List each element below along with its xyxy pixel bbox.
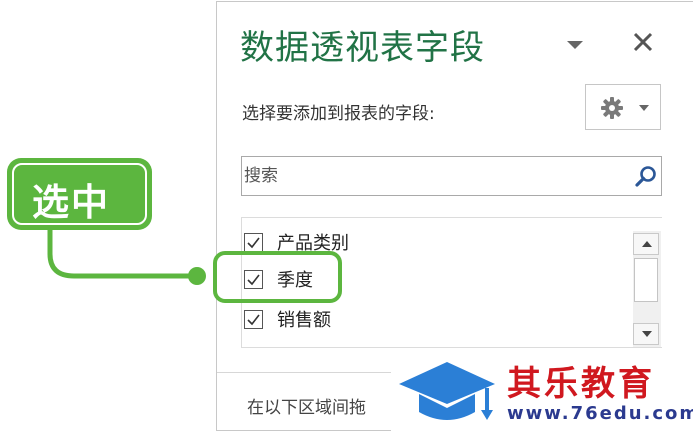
scroll-thumb[interactable] [634,258,658,302]
callout-badge: 选中 [7,158,152,230]
scroll-up-button[interactable] [633,233,659,255]
callout-label: 选中 [32,181,110,224]
scroll-up-arrow-icon [642,241,652,247]
areas-hint-text: 在以下区域间拖 [247,398,366,418]
scroll-down-arrow-icon [642,331,652,337]
field-label: 销售额 [277,310,331,331]
scroll-down-button[interactable] [633,323,659,345]
pane-close-button[interactable] [630,29,656,55]
field-list-scrollbar[interactable] [633,231,661,347]
field-item-sales[interactable]: 销售额 [244,304,331,334]
watermark-brand-name: 其乐教育 [507,364,655,404]
field-checkbox[interactable] [244,309,263,329]
field-list-tools-button[interactable] [585,84,661,130]
checkmark-icon [247,237,260,248]
highlight-box [213,251,342,303]
close-icon [633,32,653,52]
pane-title: 数据透视表字段 [240,28,485,68]
watermark: 其乐教育 www.76edu.com [391,350,693,433]
search-icon[interactable] [634,165,658,189]
gear-icon [601,97,623,119]
screenshot-canvas: 数据透视表字段 选择要添加到报表的字段: 搜索 产品类别 季度 销售额 在以下区… [0,0,693,433]
search-box [241,156,662,196]
callout-badge-border: 选中 [12,163,147,225]
field-checkbox[interactable] [244,232,263,252]
search-input[interactable] [244,160,614,192]
watermark-url: www.76edu.com [507,403,693,424]
pane-subtitle: 选择要添加到报表的字段: [242,104,435,124]
chevron-down-icon [639,105,649,111]
graduation-cap-icon [399,362,495,420]
checkmark-icon [247,314,260,325]
pane-options-menu-button[interactable] [561,32,589,56]
chevron-down-icon [567,41,583,49]
